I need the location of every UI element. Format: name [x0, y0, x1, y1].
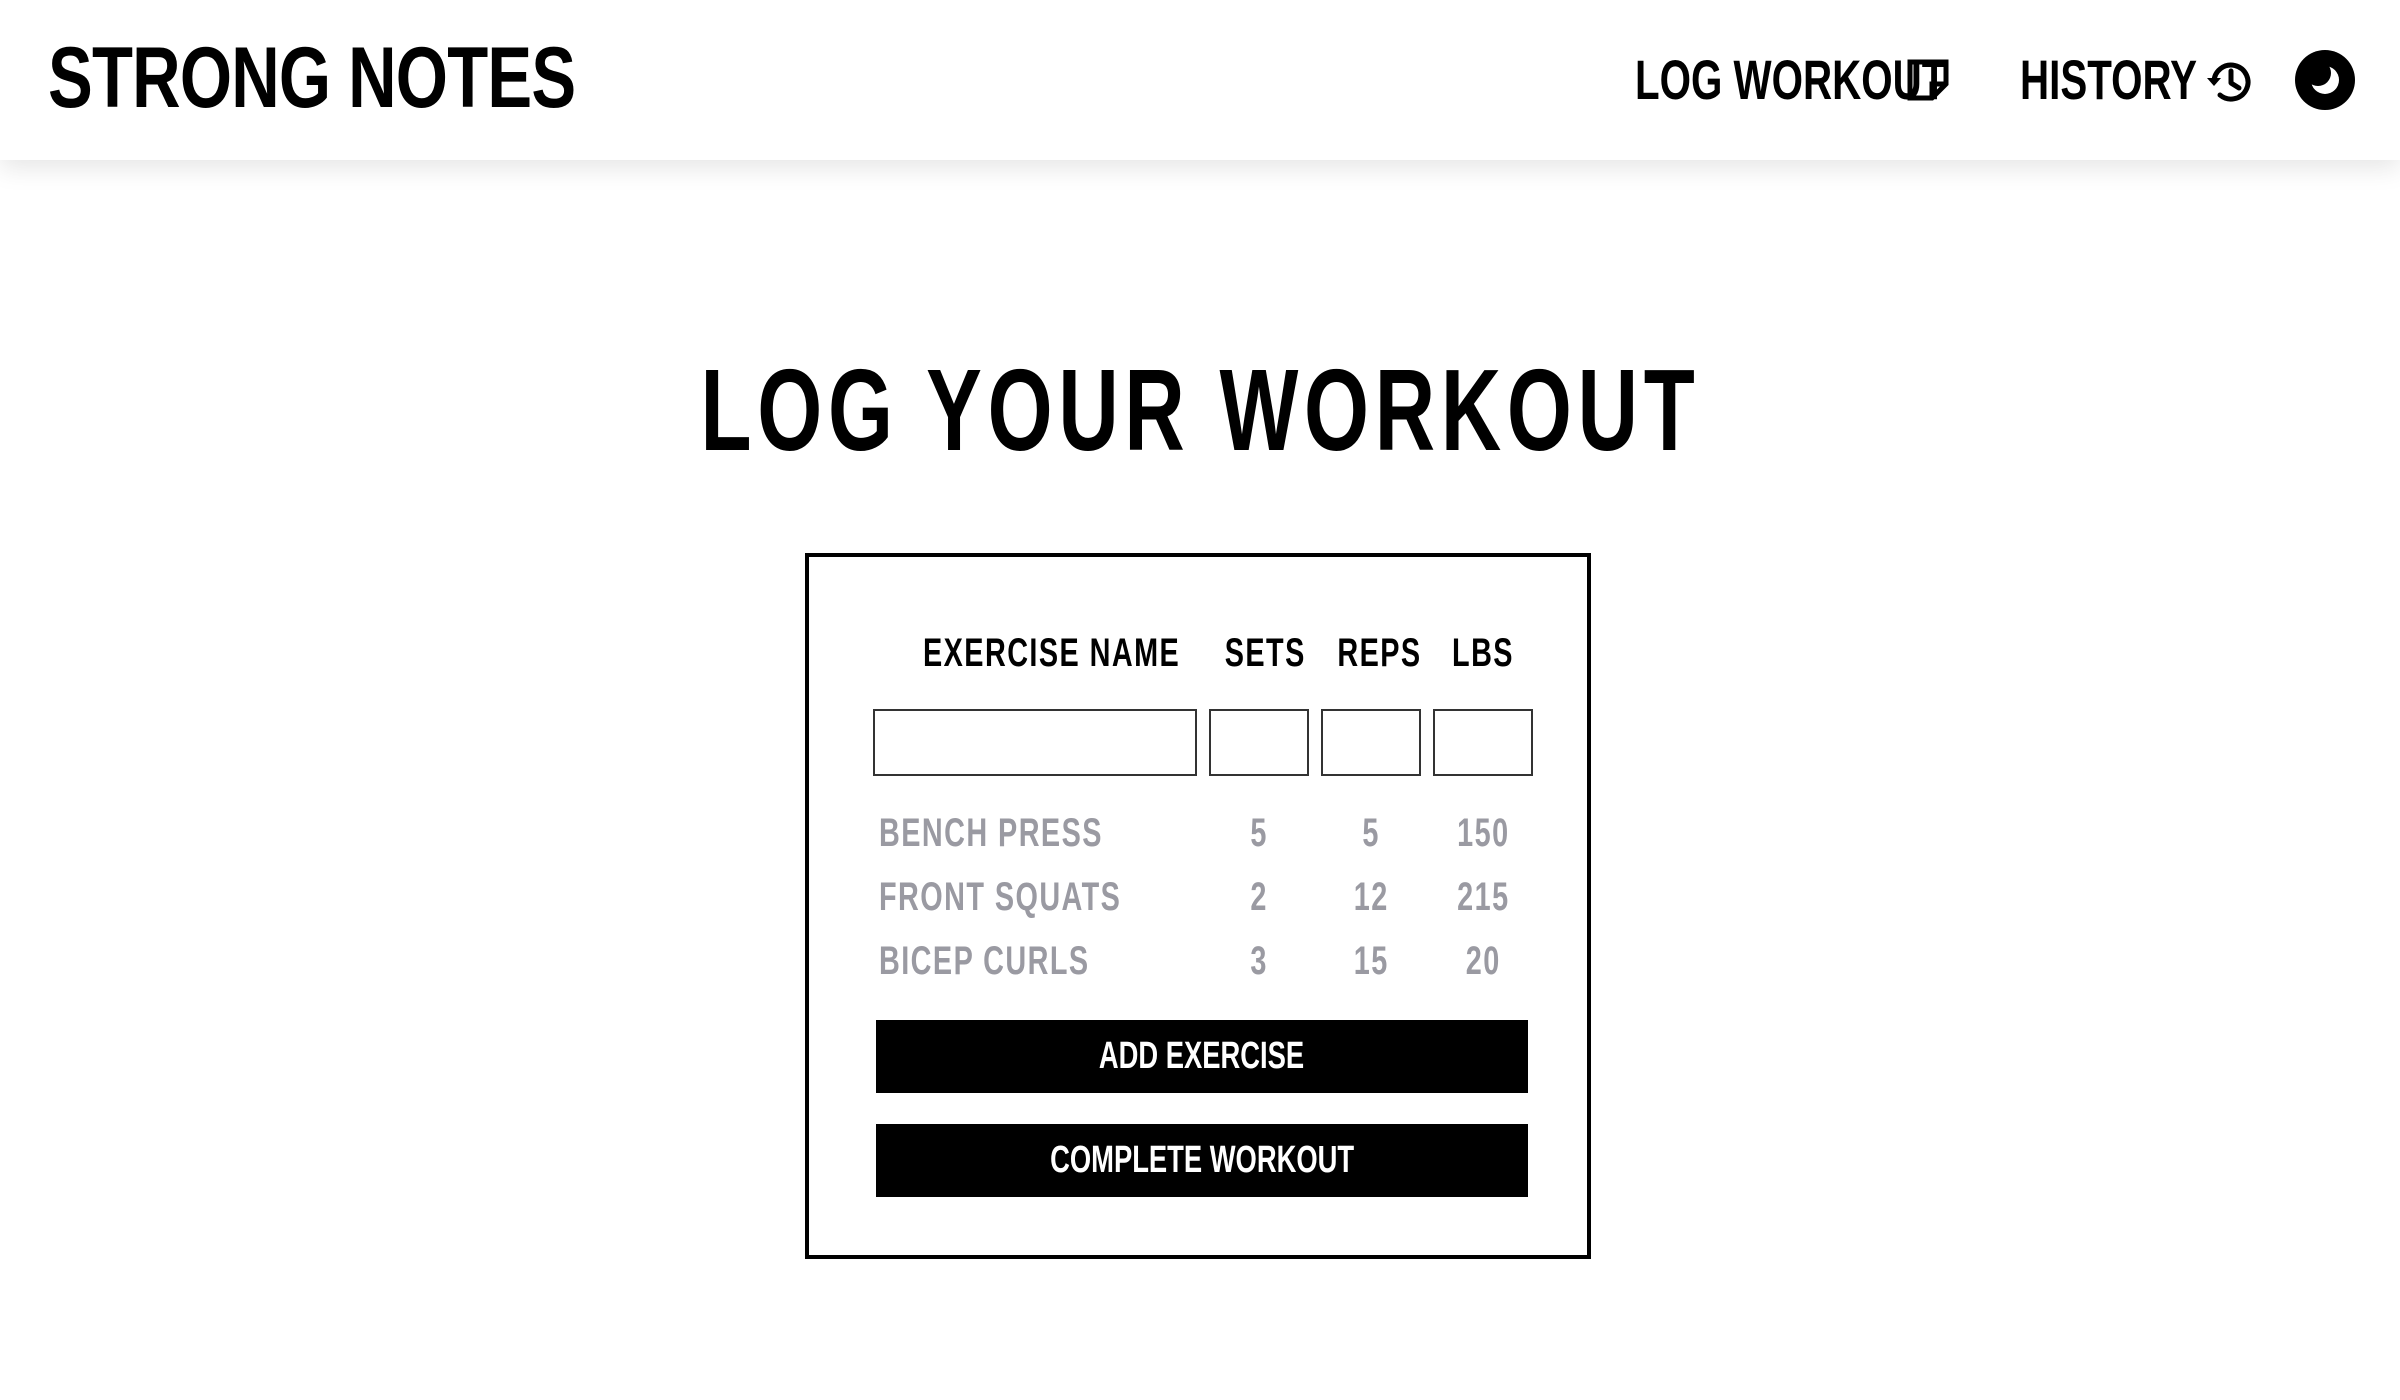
workout-log-card: EXERCISE NAME SETS REPS LBS BENCH PRESS …: [805, 553, 1591, 1259]
exercise-name: BICEP CURLS: [879, 939, 1090, 983]
brand-logo-text[interactable]: STRONG NOTES: [48, 28, 576, 128]
top-nav-bar: STRONG NOTES LOG WORKOUT HISTORY: [0, 0, 2400, 160]
exercise-reps: 5: [1362, 811, 1380, 855]
exercise-lbs: 150: [1456, 811, 1510, 855]
page-title-text: LOG YOUR WORKOUT: [699, 345, 1701, 475]
exercise-row: BICEP CURLS 3 15 20: [809, 935, 1595, 987]
exercise-reps: 12: [1353, 875, 1389, 919]
note-icon: [1904, 56, 1952, 109]
add-exercise-label: ADD EXERCISE: [1099, 1035, 1305, 1077]
complete-workout-button[interactable]: COMPLETE WORKOUT: [876, 1124, 1528, 1197]
exercise-sets: 3: [1250, 939, 1268, 983]
reps-input[interactable]: [1321, 709, 1421, 776]
history-icon: [2204, 56, 2256, 113]
exercise-name: BENCH PRESS: [879, 811, 1103, 855]
column-header-lbs: LBS: [1452, 631, 1514, 675]
lbs-input[interactable]: [1433, 709, 1533, 776]
page-title: LOG YOUR WORKOUT: [0, 340, 2400, 480]
add-exercise-button[interactable]: ADD EXERCISE: [876, 1020, 1528, 1093]
nav-history-link[interactable]: HISTORY: [2020, 40, 2266, 120]
exercise-name-input[interactable]: [873, 709, 1197, 776]
theme-toggle-button[interactable]: [2295, 50, 2355, 110]
sets-input[interactable]: [1209, 709, 1309, 776]
exercise-sets: 2: [1250, 875, 1268, 919]
exercise-name: FRONT SQUATS: [879, 875, 1122, 919]
nav-log-workout-link[interactable]: LOG WORKOUT: [1635, 40, 2067, 120]
complete-workout-label: COMPLETE WORKOUT: [1049, 1139, 1354, 1181]
exercise-sets: 5: [1250, 811, 1268, 855]
column-header-exercise-name: EXERCISE NAME: [923, 631, 1181, 675]
exercise-lbs: 215: [1456, 875, 1510, 919]
exercise-row: FRONT SQUATS 2 12 215: [809, 871, 1595, 923]
nav-log-workout-label: LOG WORKOUT: [1635, 48, 1947, 111]
nav-history-label: HISTORY: [2020, 48, 2197, 111]
exercise-reps: 15: [1353, 939, 1389, 983]
exercise-lbs: 20: [1465, 939, 1501, 983]
column-header-sets: SETS: [1224, 631, 1306, 675]
exercise-row: BENCH PRESS 5 5 150: [809, 807, 1595, 859]
column-header-reps: REPS: [1337, 631, 1422, 675]
